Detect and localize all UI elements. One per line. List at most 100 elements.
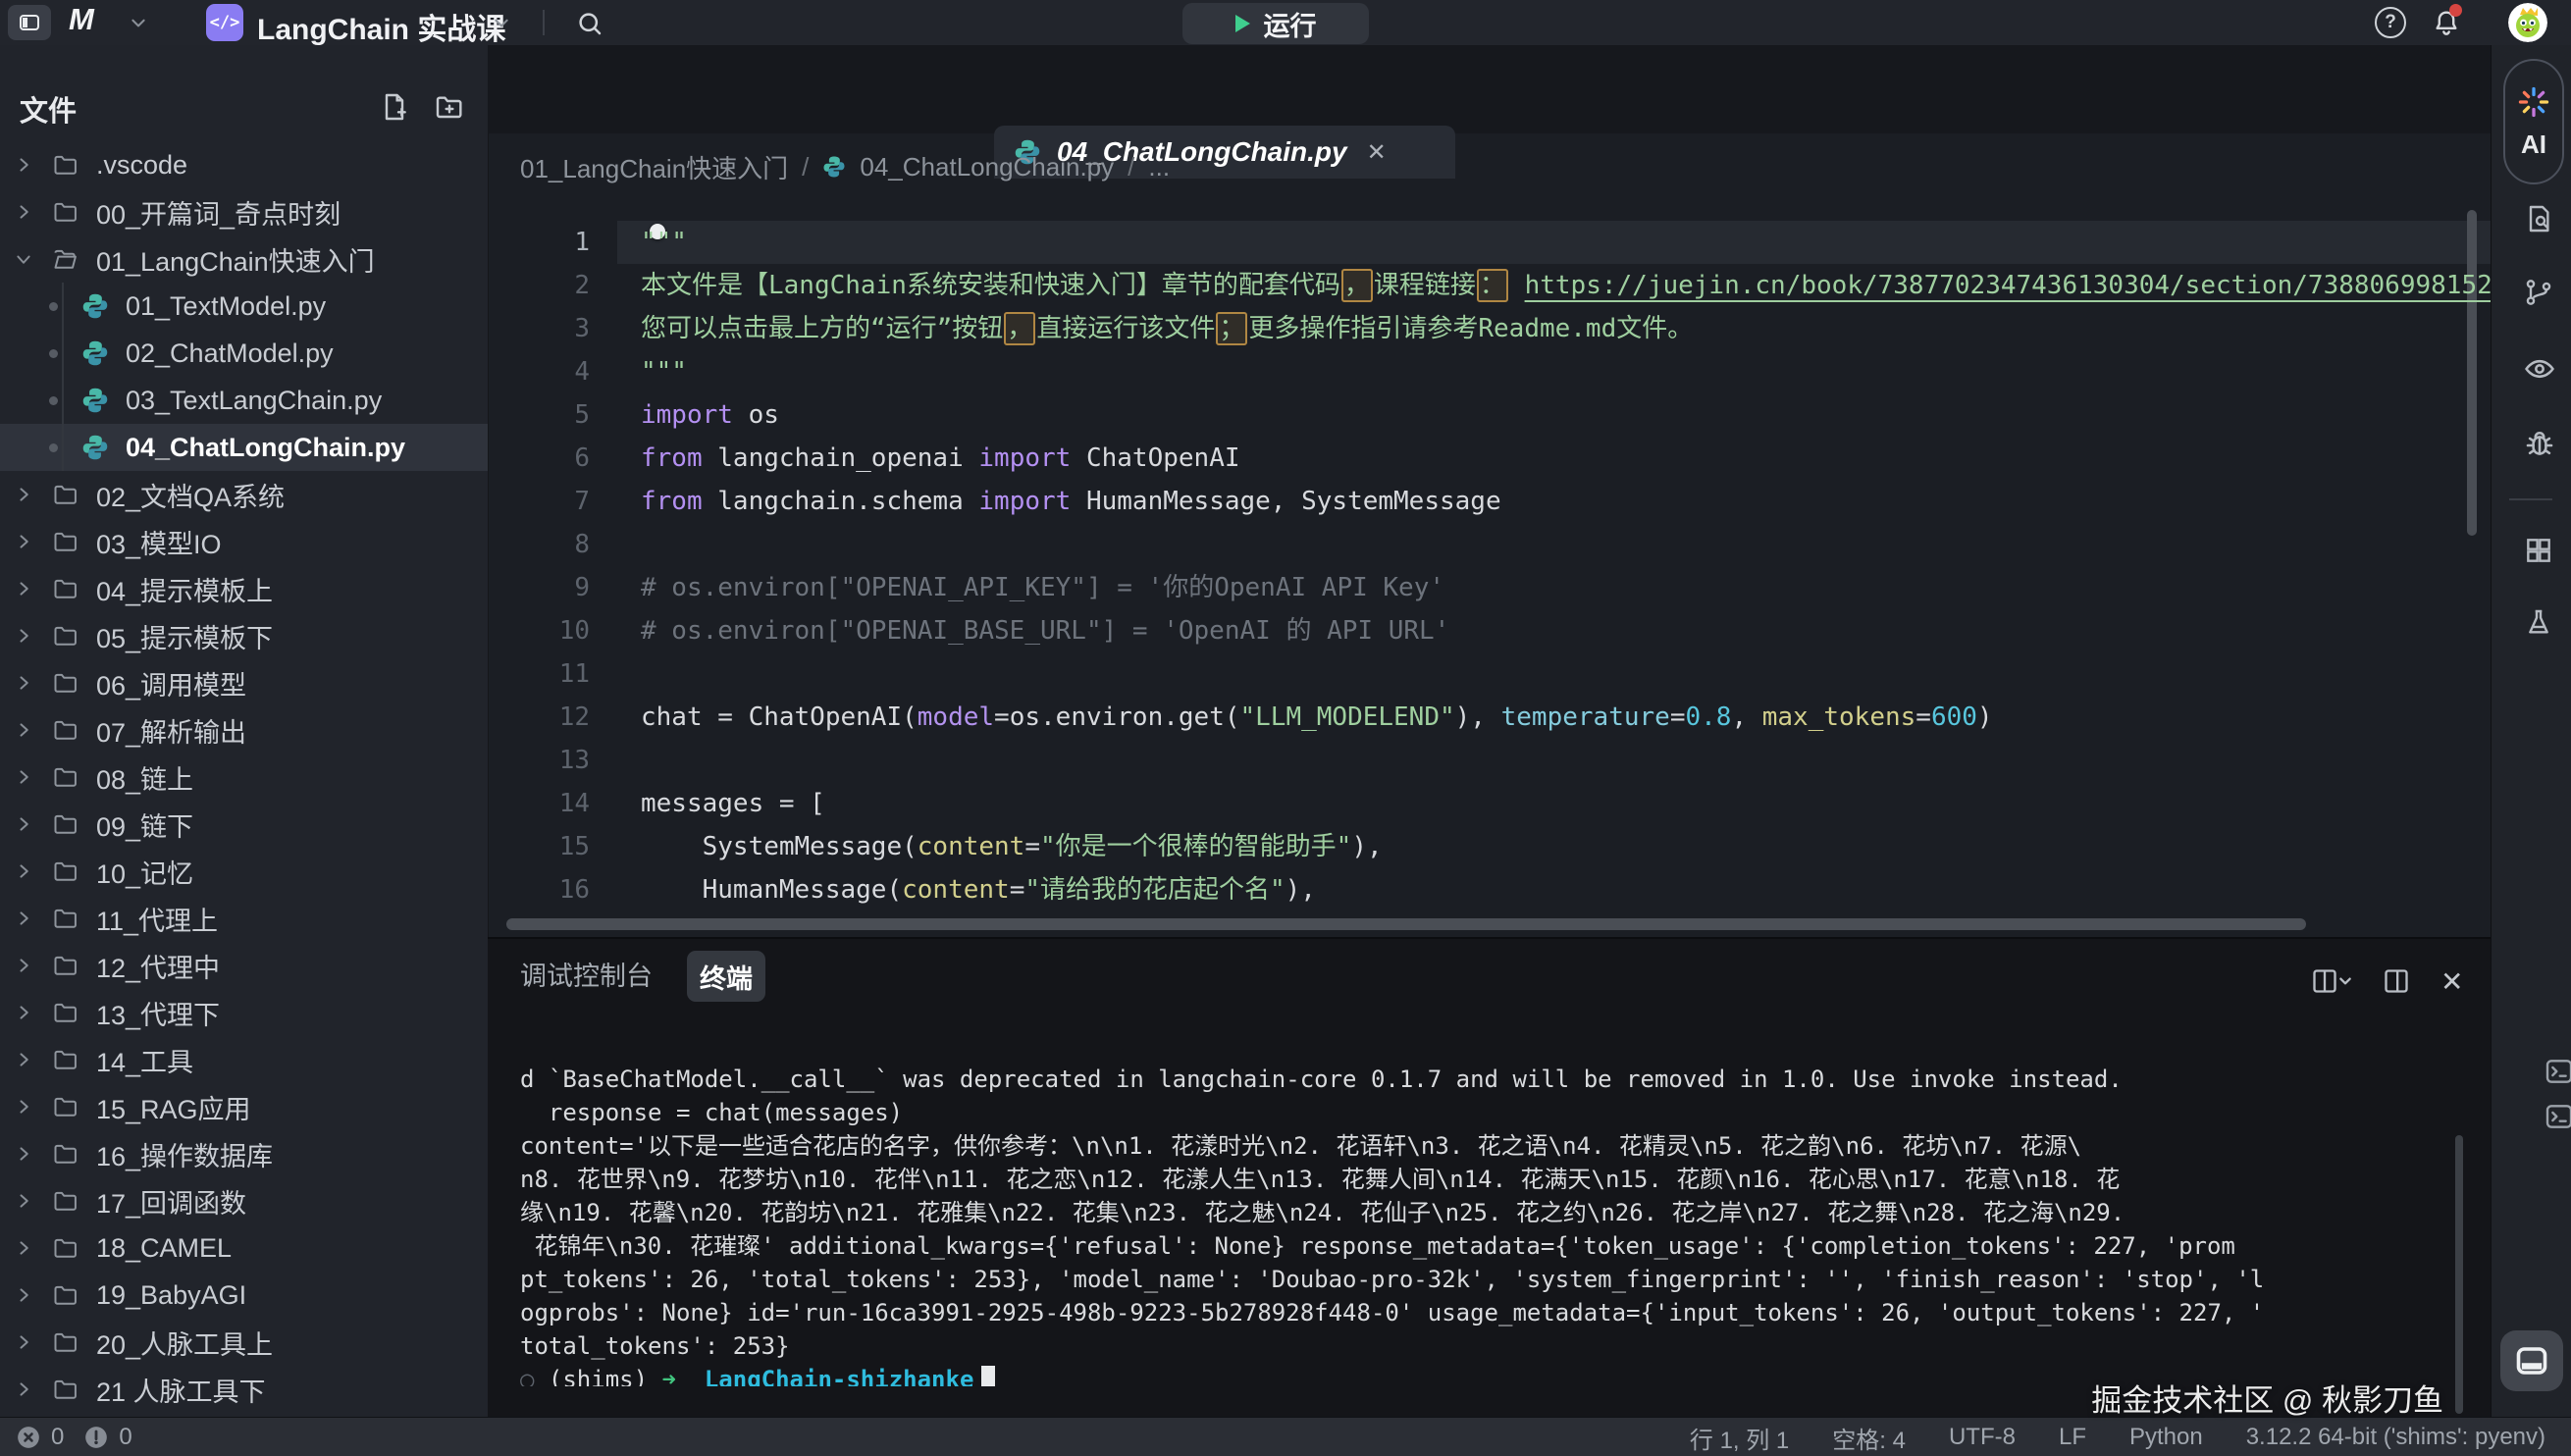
- tree-folder-25[interactable]: 20_人脉工具上: [0, 1319, 488, 1366]
- tree-folder-12[interactable]: 07_解析输出: [0, 706, 488, 754]
- cursor-position[interactable]: 行 1, 列 1: [1690, 1421, 1789, 1455]
- code-line-7[interactable]: 7from langchain.schema import HumanMessa…: [488, 480, 2491, 523]
- debug-bug-icon[interactable]: [2517, 428, 2562, 463]
- code-line-13[interactable]: 13: [488, 739, 2491, 782]
- eol-sequence[interactable]: LF: [2059, 1424, 2086, 1451]
- tree-folder-0[interactable]: .vscode: [0, 141, 488, 188]
- code-line-9[interactable]: 9# os.environ["OPENAI_API_KEY"] = '你的Ope…: [488, 566, 2491, 609]
- code-line-5[interactable]: 5import os: [488, 393, 2491, 437]
- tree-folder-21[interactable]: 16_操作数据库: [0, 1130, 488, 1177]
- test-flask-icon[interactable]: [2517, 606, 2560, 640]
- tree-folder-14[interactable]: 09_链下: [0, 801, 488, 848]
- horizontal-scrollbar[interactable]: [506, 918, 2306, 930]
- line-text: chat = ChatOpenAI(model=os.environ.get("…: [590, 696, 1993, 739]
- code-line-1[interactable]: 1""": [488, 221, 2491, 264]
- code-line-11[interactable]: 11: [488, 652, 2491, 696]
- workspace-title[interactable]: LangChain 实战课: [257, 5, 505, 48]
- tree-folder-10[interactable]: 05_提示模板下: [0, 612, 488, 659]
- code-line-10[interactable]: 10# os.environ["OPENAI_BASE_URL"] = 'Ope…: [488, 609, 2491, 652]
- terminal-launcher-icon-2[interactable]: [2538, 1100, 2571, 1133]
- encoding[interactable]: UTF-8: [1949, 1424, 2016, 1451]
- tree-file-3[interactable]: 01_TextModel.py: [0, 283, 488, 330]
- warnings-icon[interactable]: [83, 1425, 109, 1450]
- search-icon[interactable]: [569, 8, 610, 39]
- watermark: 掘金技术社区 @ 秋影刀鱼: [2091, 1376, 2443, 1420]
- tree-item-label: 09_链下: [96, 806, 193, 844]
- code-line-8[interactable]: 8: [488, 523, 2491, 566]
- warning-count[interactable]: 0: [119, 1424, 131, 1451]
- tree-folder-16[interactable]: 11_代理上: [0, 895, 488, 942]
- line-number: 1: [488, 221, 590, 264]
- toggle-panel-button[interactable]: [2500, 1330, 2563, 1391]
- source-control-icon[interactable]: [2517, 276, 2560, 309]
- code-line-3[interactable]: 3您可以点击最上方的“运行”按钮，直接运行该文件；更多操作指引请参考Readme…: [488, 307, 2491, 350]
- tree-file-6[interactable]: 04_ChatLongChain.py: [0, 424, 488, 471]
- tree-file-4[interactable]: 02_ChatModel.py: [0, 330, 488, 377]
- app-logo[interactable]: M: [69, 2, 92, 37]
- line-number: 16: [488, 868, 590, 911]
- run-button[interactable]: 运行: [1182, 3, 1369, 44]
- close-panel-icon[interactable]: ✕: [2435, 964, 2469, 999]
- code-lines[interactable]: 1"""2本文件是【LangChain系统安装和快速入门】章节的配套代码，课程链…: [488, 199, 2491, 917]
- folder-icon: [49, 1376, 82, 1403]
- chevron-down-icon[interactable]: [130, 14, 147, 31]
- run-label: 运行: [1264, 5, 1317, 43]
- chevron-down-icon: [10, 249, 37, 269]
- tree-folder-20[interactable]: 15_RAG应用: [0, 1083, 488, 1130]
- error-count[interactable]: 0: [51, 1424, 64, 1451]
- code-line-14[interactable]: 14messages = [: [488, 782, 2491, 825]
- tree-folder-2[interactable]: 01_LangChain快速入门: [0, 235, 488, 283]
- search-in-files-icon[interactable]: [2517, 202, 2560, 235]
- python-interpreter[interactable]: 3.12.2 64-bit ('shims': pyenv): [2246, 1424, 2545, 1451]
- line-number: 3: [488, 307, 590, 350]
- tree-folder-19[interactable]: 14_工具: [0, 1036, 488, 1083]
- code-line-6[interactable]: 6from langchain_openai import ChatOpenAI: [488, 437, 2491, 480]
- tree-folder-18[interactable]: 13_代理下: [0, 989, 488, 1036]
- tree-folder-24[interactable]: 19_BabyAGI: [0, 1272, 488, 1319]
- breadcrumb-file[interactable]: 04_ChatLongChain.py: [860, 152, 1114, 182]
- extensions-icon[interactable]: [2517, 534, 2560, 567]
- tree-folder-22[interactable]: 17_回调函数: [0, 1177, 488, 1224]
- tree-folder-17[interactable]: 12_代理中: [0, 942, 488, 989]
- tree-folder-26[interactable]: 21 人脉工具下: [0, 1366, 488, 1413]
- tree-file-5[interactable]: 03_TextLangChain.py: [0, 377, 488, 424]
- errors-icon[interactable]: [16, 1425, 41, 1450]
- code-line-15[interactable]: 15 SystemMessage(content="你是一个很棒的智能助手"),: [488, 825, 2491, 868]
- terminal-output[interactable]: d `BaseChatModel.__call__` was deprecate…: [488, 1063, 2455, 1386]
- tree-folder-7[interactable]: 02_文档QA系统: [0, 471, 488, 518]
- maximize-panel-icon[interactable]: [2377, 966, 2416, 996]
- sidebar-toggle-button[interactable]: [8, 5, 51, 40]
- code-line-12[interactable]: 12chat = ChatOpenAI(model=os.environ.get…: [488, 696, 2491, 739]
- tree-folder-9[interactable]: 04_提示模板上: [0, 565, 488, 612]
- tree-folder-8[interactable]: 03_模型IO: [0, 518, 488, 565]
- avatar[interactable]: [2508, 3, 2547, 42]
- line-text: """: [590, 221, 687, 264]
- breadcrumb-more[interactable]: ...: [1148, 152, 1170, 182]
- split-panel-icon[interactable]: [2305, 966, 2358, 996]
- chevron-down-icon[interactable]: [493, 14, 510, 31]
- code-line-2[interactable]: 2本文件是【LangChain系统安装和快速入门】章节的配套代码，课程链接： h…: [488, 264, 2491, 307]
- breadcrumb-folder[interactable]: 01_LangChain快速入门: [520, 149, 788, 185]
- tab-terminal[interactable]: 终端: [687, 951, 765, 1002]
- tree-folder-15[interactable]: 10_记忆: [0, 848, 488, 895]
- close-tab-icon[interactable]: ✕: [1367, 138, 1387, 167]
- terminal-launcher-icon[interactable]: [2538, 1055, 2571, 1088]
- tree-folder-23[interactable]: 18_CAMEL: [0, 1224, 488, 1272]
- new-file-icon[interactable]: [373, 90, 416, 124]
- line-text: HumanMessage(content="请给我的花店起个名"),: [590, 868, 1316, 911]
- tree-folder-11[interactable]: 06_调用模型: [0, 659, 488, 706]
- titlebar: M </> LangChain 实战课 运行 ?: [0, 0, 2571, 46]
- preview-eye-icon[interactable]: [2517, 351, 2562, 387]
- new-folder-icon[interactable]: [428, 90, 471, 124]
- language-mode[interactable]: Python: [2129, 1424, 2203, 1451]
- tree-folder-1[interactable]: 00_开篇词_奇点时刻: [0, 188, 488, 235]
- code-line-4[interactable]: 4""": [488, 350, 2491, 393]
- editor-scrollbar[interactable]: [2467, 210, 2477, 536]
- ai-assistant-button[interactable]: AI: [2503, 59, 2564, 184]
- help-icon[interactable]: ?: [2375, 7, 2406, 38]
- terminal-scrollbar[interactable]: [2455, 1135, 2463, 1414]
- tree-folder-13[interactable]: 08_链上: [0, 754, 488, 801]
- code-line-16[interactable]: 16 HumanMessage(content="请给我的花店起个名"),: [488, 868, 2491, 911]
- tab-debug-console[interactable]: 调试控制台: [520, 955, 653, 993]
- indentation[interactable]: 空格: 4: [1832, 1421, 1906, 1455]
